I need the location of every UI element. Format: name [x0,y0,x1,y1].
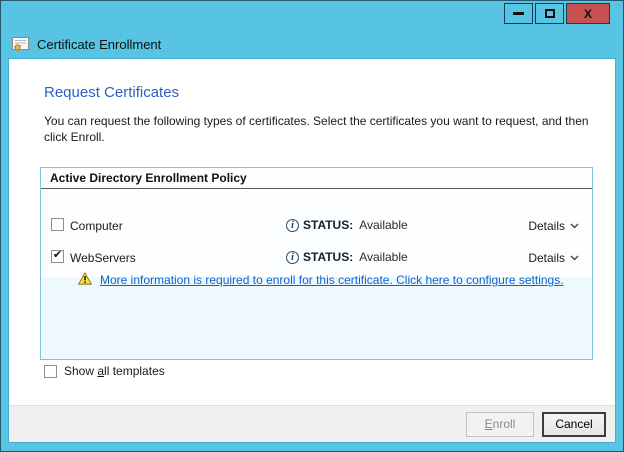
window-title: Certificate Enrollment [37,37,161,52]
status-label: STATUS: [303,218,353,232]
details-dropdown-computer[interactable]: Details [528,219,579,233]
dialog-content: Request Certificates You can request the… [8,58,616,443]
chevron-down-icon [570,255,579,261]
show-all-templates-control[interactable]: Show all templates [44,364,165,378]
configure-settings-link[interactable]: More information is required to enroll f… [100,273,564,287]
policy-panel-header: Active Directory Enrollment Policy [41,168,592,189]
details-label: Details [528,219,565,233]
template-row-webservers: ✔ WebServers i STATUS: Available Details [41,247,592,267]
show-all-templates-checkbox[interactable] [44,365,57,378]
warning-icon [78,272,92,285]
titlebar: Certificate Enrollment [12,37,161,52]
window-controls: X [504,3,610,24]
dialog-footer: Enroll Cancel [9,405,615,442]
close-button[interactable]: X [566,3,610,24]
info-icon: i [286,251,299,264]
details-dropdown-webservers[interactable]: Details [528,251,579,265]
minimize-icon [513,12,524,15]
policy-panel-body: Computer i STATUS: Available Details [41,189,592,359]
template-name-computer: Computer [70,219,123,233]
details-label: Details [528,251,565,265]
page-title: Request Certificates [44,84,179,101]
info-icon: i [286,219,299,232]
status-value: Available [359,250,407,264]
show-all-templates-label: Show all templates [64,364,165,378]
status-group: i STATUS: Available [286,250,408,264]
close-icon: X [584,8,592,20]
certificate-enrollment-window: X Certificate Enrollment Request Certifi… [0,0,624,452]
status-label: STATUS: [303,250,353,264]
enrollment-policy-panel: Active Directory Enrollment Policy Compu… [40,167,593,360]
page-description: You can request the following types of c… [44,113,596,145]
status-group: i STATUS: Available [286,218,408,232]
certificate-icon [12,37,29,52]
maximize-button[interactable] [535,3,564,24]
chevron-down-icon [570,223,579,229]
computer-checkbox[interactable] [51,218,64,231]
webservers-checkbox[interactable]: ✔ [51,250,64,263]
cancel-button[interactable]: Cancel [542,412,606,437]
maximize-icon [545,9,555,18]
template-name-webservers: WebServers [70,251,136,265]
status-value: Available [359,218,407,232]
minimize-button[interactable] [504,3,533,24]
webservers-warning-row: More information is required to enroll f… [41,269,592,289]
enroll-button[interactable]: Enroll [466,412,534,437]
checkmark-icon: ✔ [53,250,62,261]
template-row-computer: Computer i STATUS: Available Details [41,215,592,235]
